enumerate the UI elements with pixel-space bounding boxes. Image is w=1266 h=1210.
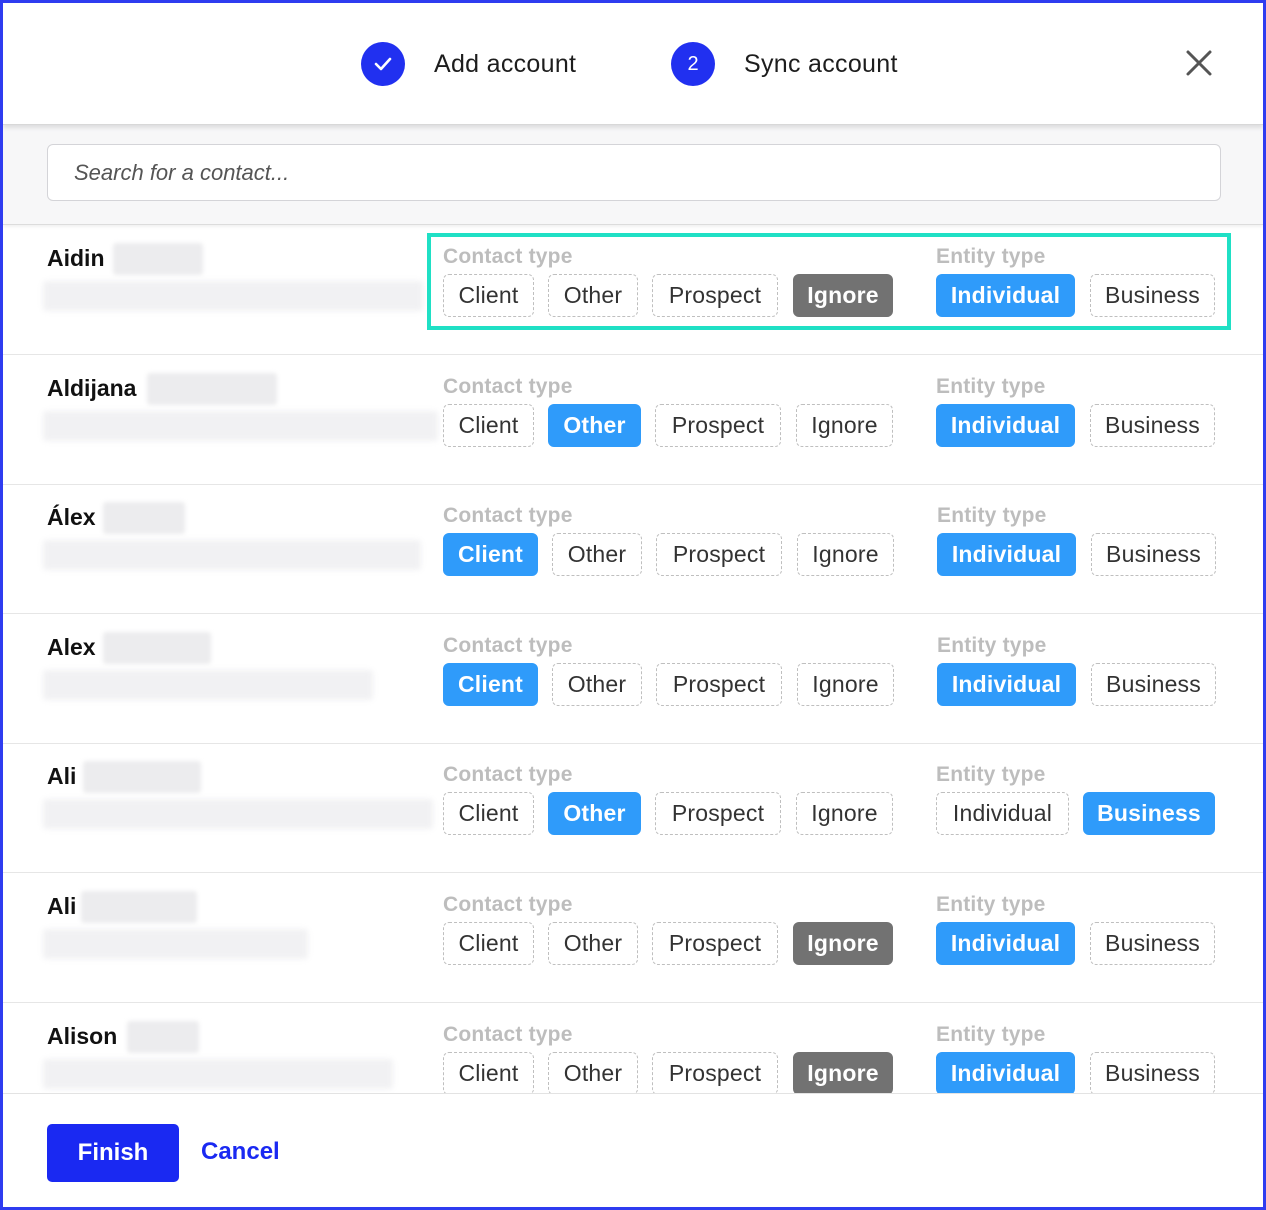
- dialog-footer: Finish Cancel: [3, 1093, 1263, 1207]
- contact-type-option-ignore[interactable]: Ignore: [796, 404, 893, 447]
- contact-type-option-prospect[interactable]: Prospect: [656, 663, 782, 706]
- step-add-account: Add account: [361, 41, 576, 87]
- contact-first-name: Alex: [47, 634, 96, 660]
- contact-type-option-prospect[interactable]: Prospect: [655, 404, 781, 447]
- contact-type-label: Contact type: [443, 634, 573, 657]
- redacted-email: [43, 281, 423, 311]
- contact-type-option-client[interactable]: Client: [443, 663, 538, 706]
- entity-type-option-business[interactable]: Business: [1090, 1052, 1215, 1093]
- contact-first-name: Aidin: [47, 245, 105, 271]
- contact-type-option-prospect[interactable]: Prospect: [652, 1052, 778, 1093]
- contact-first-name: Álex: [47, 504, 96, 530]
- step-sync-account: 2 Sync account: [671, 41, 898, 87]
- contact-type-option-other[interactable]: Other: [548, 1052, 638, 1093]
- contact-type-label: Contact type: [443, 1023, 573, 1046]
- contact-type-option-ignore[interactable]: Ignore: [793, 1052, 893, 1093]
- step-label: Add account: [434, 49, 577, 78]
- contact-list: Aidin Contact type Entity type Client Other P…: [3, 225, 1263, 1093]
- sync-account-dialog: Add account 2 Sync account Aidin Contact …: [0, 0, 1266, 1210]
- redacted-email: [43, 799, 433, 829]
- contact-first-name: Ali: [47, 763, 77, 789]
- contact-type-option-other[interactable]: Other: [548, 274, 638, 317]
- contact-row: Alex Contact type Entity type Client Other Pr…: [3, 614, 1263, 744]
- contact-type-option-ignore[interactable]: Ignore: [793, 922, 893, 965]
- entity-type-option-individual[interactable]: Individual: [936, 274, 1075, 317]
- entity-type-label: Entity type: [936, 245, 1046, 268]
- redacted-email: [43, 929, 308, 959]
- entity-type-option-individual[interactable]: Individual: [936, 404, 1075, 447]
- contact-first-name: Alison: [47, 1023, 118, 1049]
- contact-type-option-client[interactable]: Client: [443, 533, 538, 576]
- entity-type-option-business[interactable]: Business: [1090, 922, 1215, 965]
- redacted-email: [43, 1059, 393, 1089]
- redacted-last-name: [81, 891, 197, 923]
- contact-first-name: Ali: [47, 893, 77, 919]
- contact-type-option-other[interactable]: Other: [552, 663, 642, 706]
- entity-type-option-individual[interactable]: Individual: [936, 792, 1069, 835]
- contact-type-option-prospect[interactable]: Prospect: [652, 274, 778, 317]
- contact-row: Álex Contact type Entity type Client Other Pr…: [3, 484, 1263, 614]
- entity-type-option-individual[interactable]: Individual: [936, 1052, 1075, 1093]
- contact-type-label: Contact type: [443, 375, 573, 398]
- entity-type-option-business[interactable]: Business: [1090, 404, 1215, 447]
- redacted-email: [43, 670, 373, 700]
- entity-type-option-business[interactable]: Business: [1083, 792, 1215, 835]
- contact-first-name: Aldijana: [47, 375, 137, 401]
- entity-type-option-individual[interactable]: Individual: [936, 922, 1075, 965]
- entity-type-label: Entity type: [936, 1023, 1046, 1046]
- redacted-email: [43, 540, 421, 570]
- entity-type-option-individual[interactable]: Individual: [937, 663, 1076, 706]
- contact-type-option-prospect[interactable]: Prospect: [655, 792, 781, 835]
- redacted-last-name: [113, 243, 203, 275]
- check-icon: [361, 42, 405, 86]
- entity-type-option-individual[interactable]: Individual: [937, 533, 1076, 576]
- stepper-header: Add account 2 Sync account: [3, 3, 1263, 125]
- redacted-last-name: [103, 502, 185, 534]
- step-number: 2: [671, 42, 715, 86]
- contact-type-option-ignore[interactable]: Ignore: [793, 274, 893, 317]
- contact-row: Ali Contact type Entity type Client Other Pro…: [3, 873, 1263, 1003]
- contact-type-option-client[interactable]: Client: [443, 404, 534, 447]
- contact-row: Ali Contact type Entity type Client Other Pro…: [3, 743, 1263, 873]
- redacted-last-name: [147, 373, 277, 405]
- entity-type-label: Entity type: [936, 375, 1046, 398]
- redacted-last-name: [127, 1021, 199, 1053]
- contact-row: Aidin Contact type Entity type Client Other P…: [3, 225, 1263, 355]
- entity-type-option-business[interactable]: Business: [1090, 274, 1215, 317]
- entity-type-label: Entity type: [936, 763, 1046, 786]
- contact-type-option-client[interactable]: Client: [443, 1052, 534, 1093]
- search-input[interactable]: [47, 144, 1221, 201]
- contact-type-option-client[interactable]: Client: [443, 922, 534, 965]
- contact-type-option-client[interactable]: Client: [443, 274, 534, 317]
- contact-type-label: Contact type: [443, 893, 573, 916]
- entity-type-label: Entity type: [937, 634, 1047, 657]
- close-icon[interactable]: [1179, 43, 1219, 83]
- contact-type-option-other[interactable]: Other: [548, 922, 638, 965]
- redacted-email: [43, 411, 438, 441]
- contact-type-option-ignore[interactable]: Ignore: [797, 533, 894, 576]
- contact-type-option-ignore[interactable]: Ignore: [797, 663, 894, 706]
- entity-type-label: Entity type: [936, 893, 1046, 916]
- step-label: Sync account: [744, 49, 898, 78]
- contact-type-label: Contact type: [443, 504, 573, 527]
- contact-type-option-prospect[interactable]: Prospect: [656, 533, 782, 576]
- contact-type-option-other[interactable]: Other: [548, 404, 641, 447]
- entity-type-label: Entity type: [937, 504, 1047, 527]
- contact-type-label: Contact type: [443, 763, 573, 786]
- redacted-last-name: [103, 632, 211, 664]
- entity-type-option-business[interactable]: Business: [1091, 533, 1216, 576]
- contact-type-option-client[interactable]: Client: [443, 792, 534, 835]
- contact-type-label: Contact type: [443, 245, 573, 268]
- contact-type-option-prospect[interactable]: Prospect: [652, 922, 778, 965]
- contact-type-option-ignore[interactable]: Ignore: [796, 792, 893, 835]
- search-bar: [3, 125, 1263, 225]
- contact-type-option-other[interactable]: Other: [552, 533, 642, 576]
- cancel-link[interactable]: Cancel: [201, 1138, 280, 1166]
- contact-row: Aldijana Contact type Entity type Client Oth…: [3, 355, 1263, 485]
- contact-type-option-other[interactable]: Other: [548, 792, 641, 835]
- entity-type-option-business[interactable]: Business: [1091, 663, 1216, 706]
- finish-button[interactable]: Finish: [47, 1124, 179, 1182]
- redacted-last-name: [83, 761, 201, 793]
- contact-row: Alison Contact type Entity type Client Other…: [3, 1003, 1263, 1093]
